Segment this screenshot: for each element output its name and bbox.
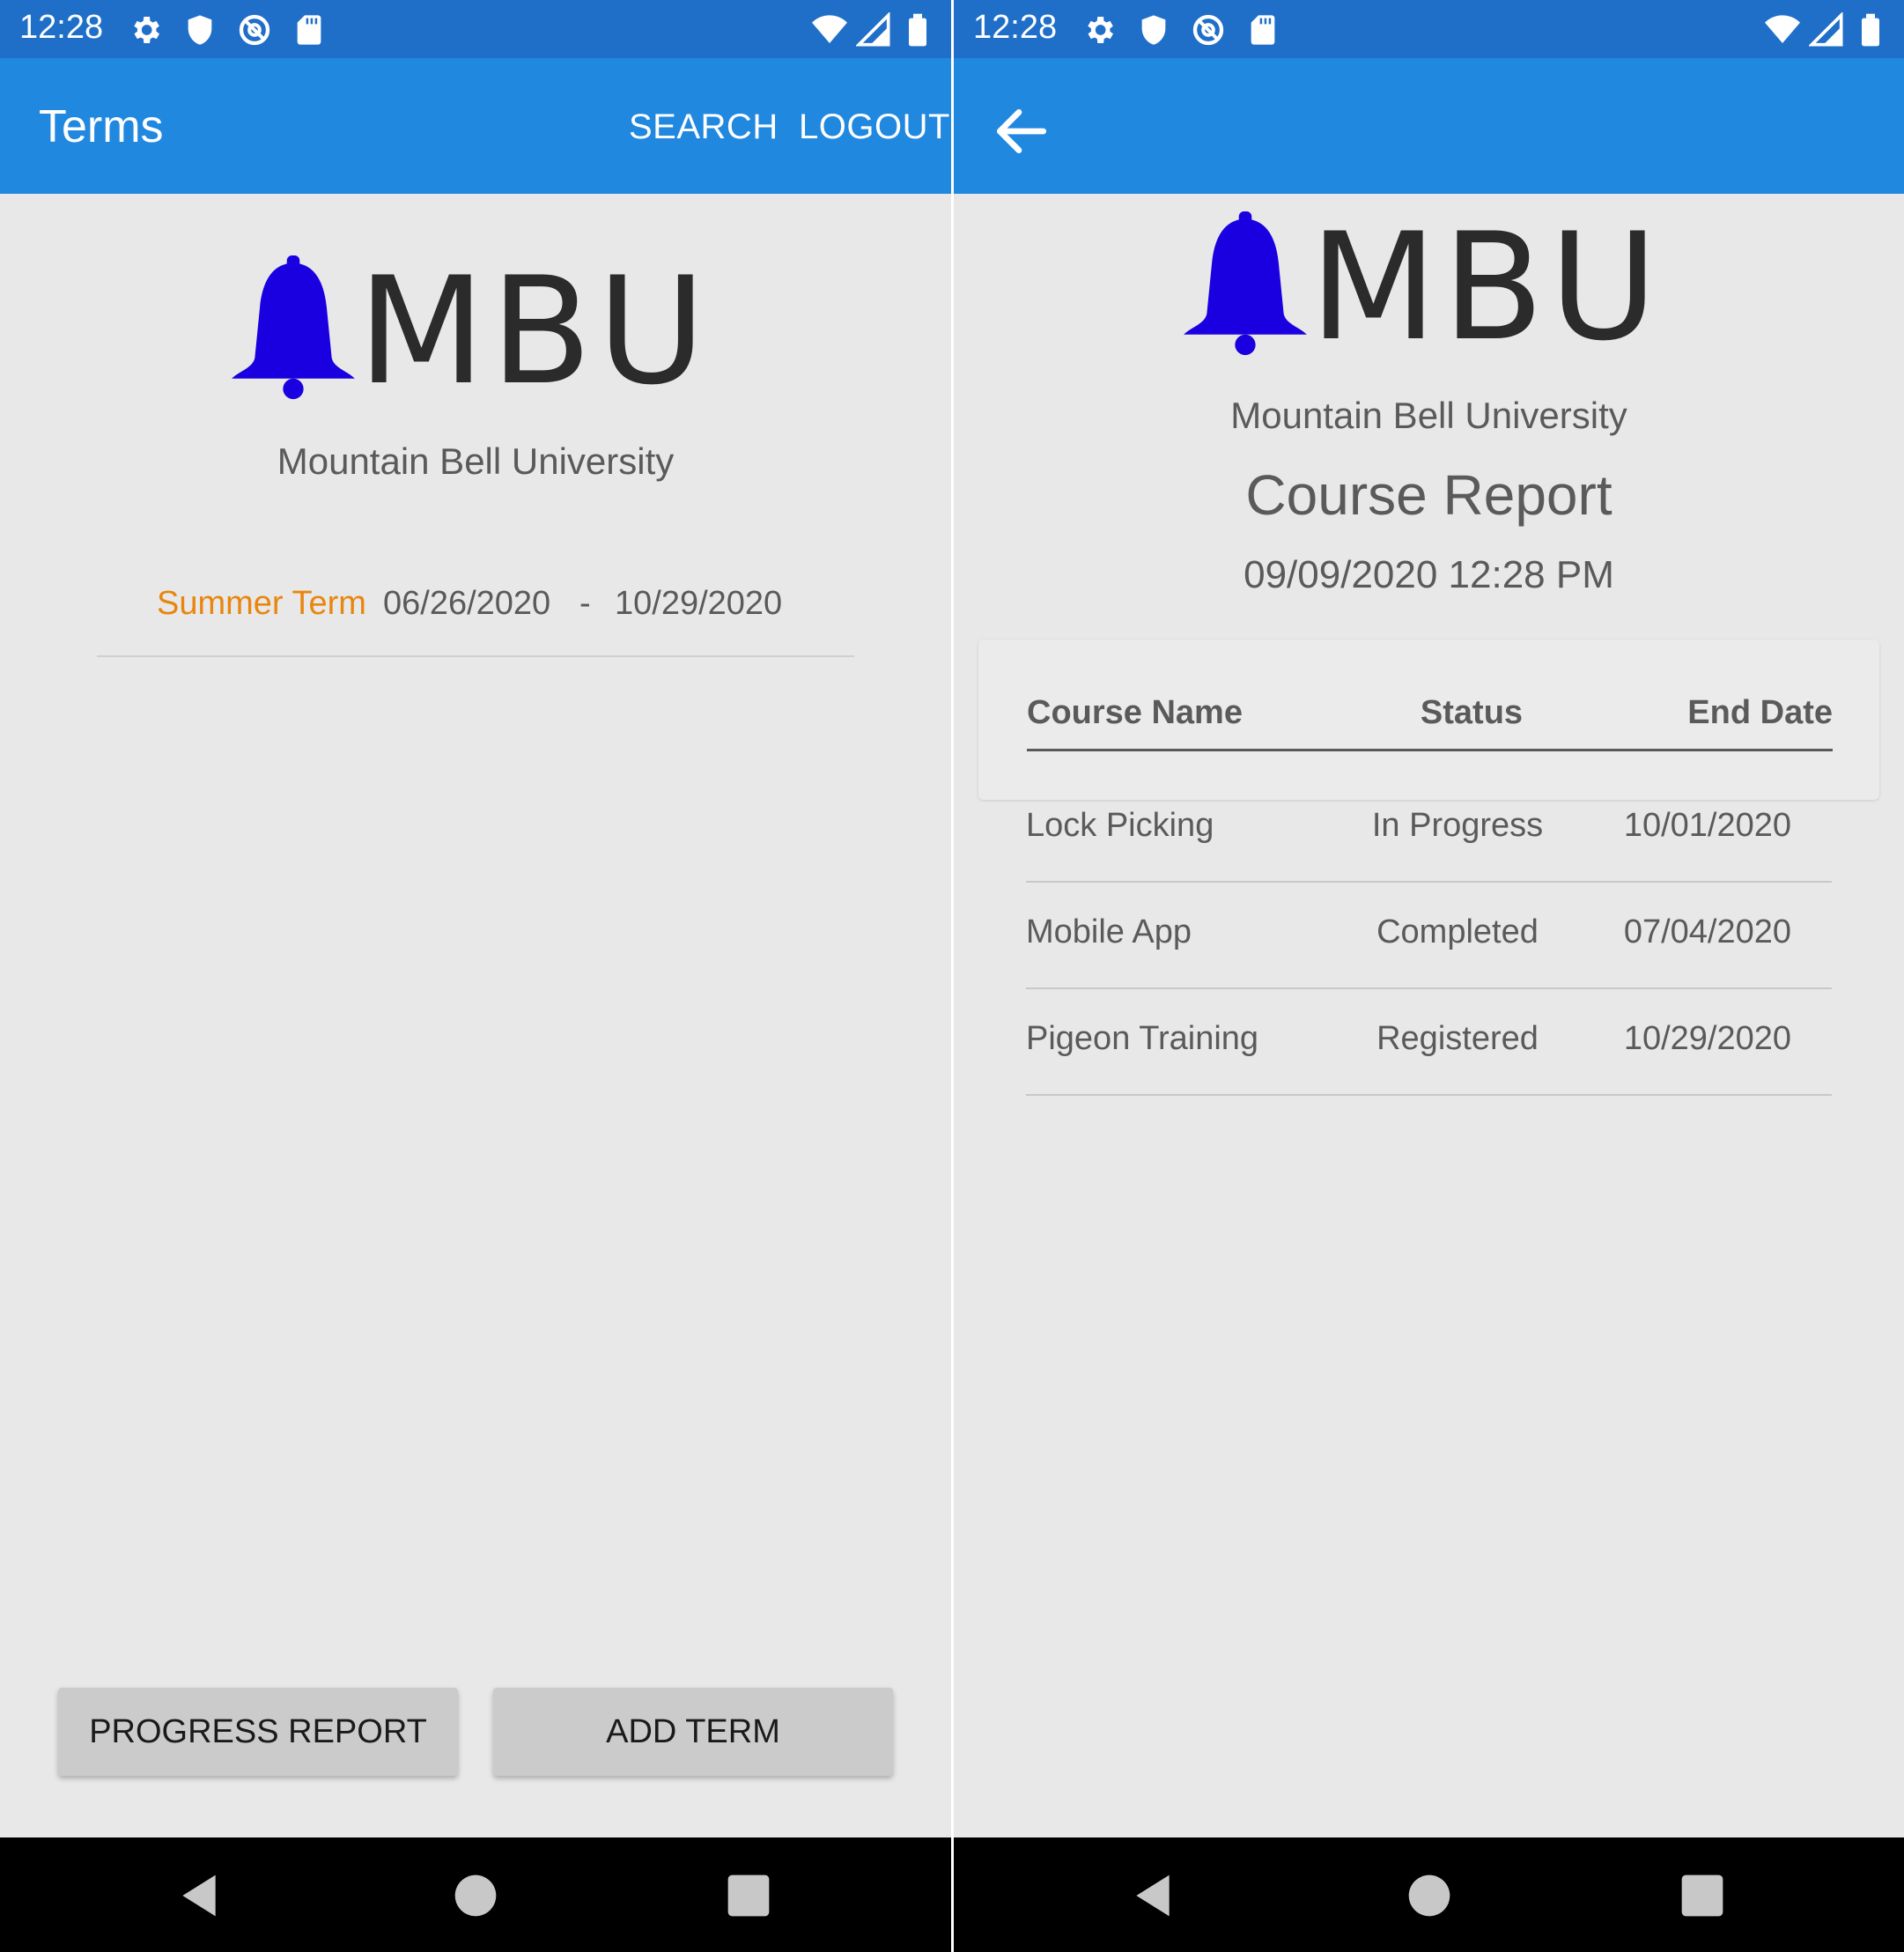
app-bar: Terms SEARCH LOGOUT [0, 58, 951, 194]
cell-end-date: 07/04/2020 [1623, 913, 1791, 950]
cell-course-name: Pigeon Training [1026, 1020, 1259, 1057]
cell-end-date: 10/01/2020 [1623, 807, 1791, 844]
table-row[interactable]: Mobile App Completed 07/04/2020 [1026, 884, 1832, 989]
search-button[interactable]: SEARCH [629, 107, 779, 147]
header-underline [1027, 749, 1833, 751]
cell-end-date: 10/29/2020 [1623, 1020, 1791, 1057]
back-arrow-icon[interactable] [989, 99, 1054, 164]
term-date-separator: - [579, 585, 591, 622]
cell-status: Registered [1376, 1020, 1539, 1057]
mbu-logo: MBU [229, 245, 722, 418]
at-sign-icon [239, 14, 270, 46]
home-nav-icon[interactable] [1405, 1871, 1454, 1920]
logo-text: MBU [358, 245, 712, 418]
back-nav-icon[interactable] [174, 1871, 224, 1920]
recents-nav-icon[interactable] [724, 1871, 773, 1920]
app-bar [954, 58, 1904, 194]
mbu-logo: MBU [1181, 201, 1674, 373]
logout-button[interactable]: LOGOUT [799, 107, 950, 147]
logo-text: MBU [1310, 201, 1664, 373]
sd-card-icon [1251, 15, 1275, 45]
settings-icon [134, 17, 159, 43]
status-time: 12:28 [19, 9, 104, 46]
terms-screen: 12:28 Terms SEARCH LOGOUT MBU Mountain B… [0, 0, 951, 1952]
wifi-icon [812, 15, 847, 43]
bell-icon [1184, 211, 1307, 356]
signal-icon [856, 12, 890, 47]
navigation-bar [0, 1837, 951, 1952]
recents-nav-icon[interactable] [1678, 1871, 1727, 1920]
university-name: Mountain Bell University [1230, 395, 1627, 436]
university-name: Mountain Bell University [277, 440, 675, 482]
column-header-end-date: End Date [1687, 694, 1833, 731]
back-nav-icon[interactable] [1128, 1871, 1177, 1920]
signal-icon [1809, 12, 1843, 47]
wifi-icon [1765, 15, 1800, 43]
progress-report-button[interactable]: PROGRESS REPORT [58, 1688, 458, 1776]
sd-card-icon [297, 15, 321, 45]
table-row[interactable]: Pigeon Training Registered 10/29/2020 [1026, 990, 1832, 1096]
cell-status: In Progress [1371, 807, 1544, 844]
course-report-screen: 12:28 MBU Mountain Bell University Cours… [954, 0, 1904, 1952]
settings-icon [1088, 17, 1113, 43]
report-title: Course Report [1245, 463, 1612, 527]
shield-icon [188, 15, 212, 45]
page-title: Terms [39, 101, 164, 152]
add-term-button[interactable]: ADD TERM [493, 1688, 893, 1776]
cell-course-name: Mobile App [1026, 913, 1192, 950]
battery-icon [909, 13, 926, 47]
report-datetime: 09/09/2020 12:28 PM [1244, 553, 1614, 596]
bell-icon [232, 255, 355, 400]
cell-course-name: Lock Picking [1026, 807, 1214, 844]
battery-icon [1862, 13, 1879, 47]
column-header-course-name: Course Name [1027, 694, 1243, 731]
term-name: Summer Term [157, 585, 366, 622]
column-header-status: Status [1420, 694, 1524, 731]
table-header: Course Name Status End Date [978, 640, 1879, 800]
navigation-bar [954, 1837, 1904, 1952]
at-sign-icon [1192, 14, 1224, 46]
term-start-date: 06/26/2020 [383, 585, 551, 622]
status-time: 12:28 [973, 9, 1058, 46]
status-bar: 12:28 [954, 0, 1904, 58]
term-list-item[interactable]: Summer Term 06/26/2020 - 10/29/2020 [97, 564, 854, 657]
cell-status: Completed [1376, 913, 1539, 950]
term-end-date: 10/29/2020 [615, 585, 783, 622]
home-nav-icon[interactable] [451, 1871, 500, 1920]
shield-icon [1141, 15, 1166, 45]
status-bar: 12:28 [0, 0, 951, 58]
table-row[interactable]: Lock Picking In Progress 10/01/2020 [1026, 777, 1832, 883]
